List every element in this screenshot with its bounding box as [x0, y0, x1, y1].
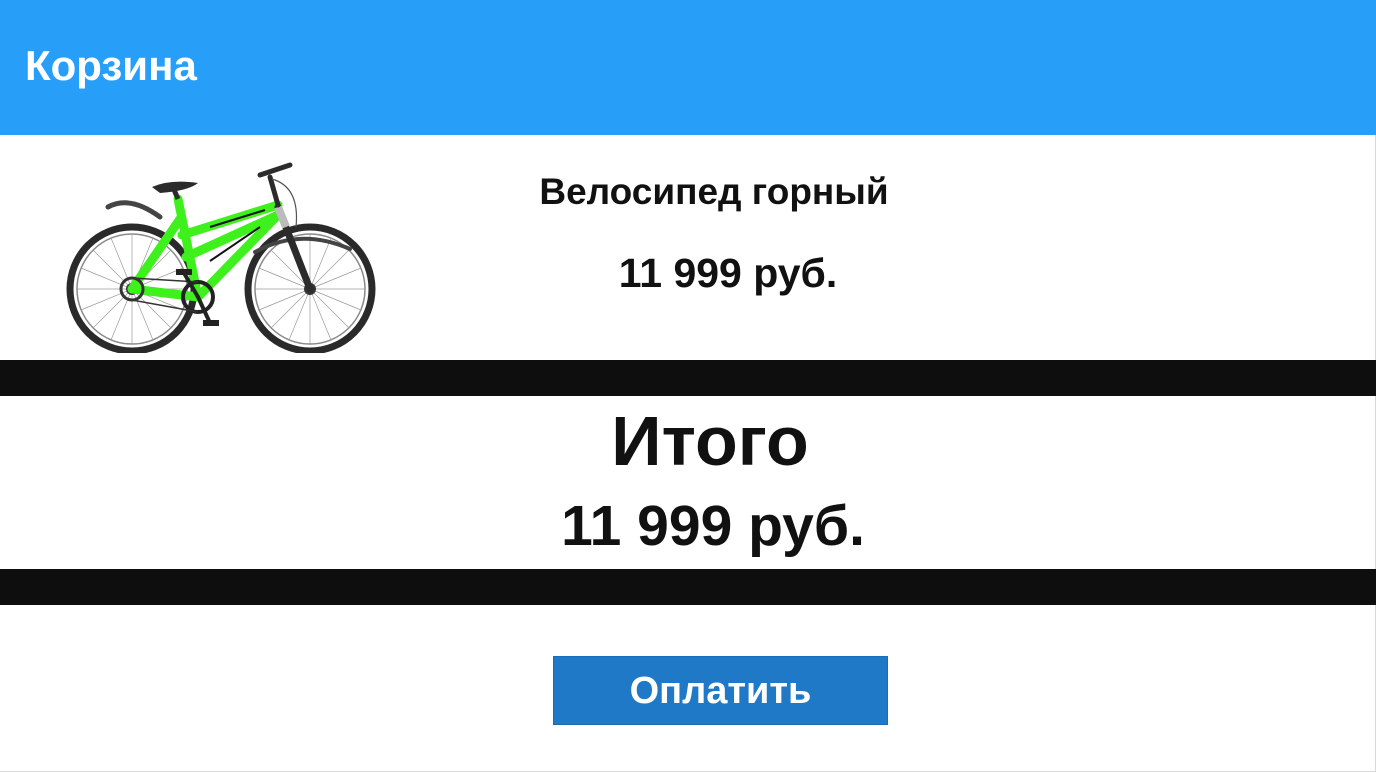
cart-item: Велосипед горный 11 999 руб.	[0, 135, 1376, 360]
header-bar: Корзина	[0, 0, 1376, 135]
total-label: Итого	[611, 402, 809, 480]
product-price: 11 999 руб.	[618, 250, 838, 296]
page-title: Корзина	[25, 42, 197, 89]
pay-button[interactable]: Оплатить	[553, 656, 888, 725]
divider	[0, 360, 1376, 396]
mountain-bike-image	[66, 162, 376, 353]
cart-page: Корзина Велосипед горный 11 999 руб. Ито…	[0, 0, 1376, 772]
divider	[0, 569, 1376, 605]
total-value: 11 999 руб.	[561, 494, 865, 558]
product-name: Велосипед горный	[539, 171, 889, 212]
